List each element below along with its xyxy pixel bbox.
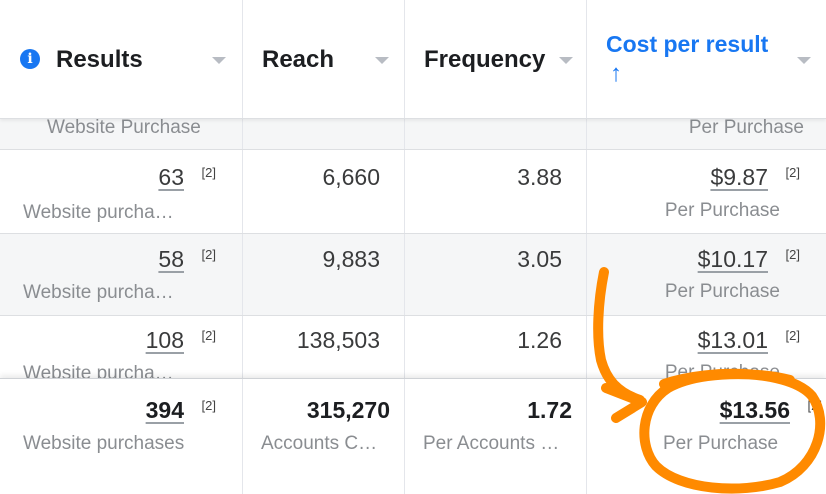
chevron-down-icon[interactable]	[375, 57, 389, 64]
cost-footnote: [2]	[785, 328, 800, 343]
cost-sub-label: Per Purchase	[664, 281, 780, 302]
column-header-results[interactable]: i Results	[0, 0, 243, 118]
frequency-total-sub-label: Per Accounts …	[423, 433, 560, 454]
cell-frequency: 1.26	[405, 316, 587, 378]
cell-cost: $10.17 [2] Per Purchase	[587, 234, 826, 315]
reach-value: 6,660	[322, 164, 380, 190]
cost-sub-label: Per Purchase	[664, 200, 780, 221]
cell-cost: $13.01 [2] Per Purchase	[587, 316, 826, 378]
column-label-reach: Reach	[262, 46, 335, 73]
cost-value[interactable]: $10.17	[698, 246, 768, 273]
results-total-footnote: [2]	[201, 398, 216, 413]
reach-total-sub-label: Accounts C…	[261, 433, 378, 454]
cell-cost: $9.87 [2] Per Purchase	[587, 150, 826, 233]
cell-frequency: 3.88	[405, 150, 587, 233]
table-row[interactable]: 58 [2] Website purcha… 9,883 3.05 $10.17…	[0, 234, 826, 316]
results-sub-label: Website purcha…	[23, 202, 174, 223]
info-icon[interactable]: i	[20, 49, 40, 69]
cost-value[interactable]: $9.87	[710, 164, 768, 191]
cost-value[interactable]: $13.01	[698, 327, 768, 354]
table-row[interactable]: 108 [2] Website purcha… 138,503 1.26 $13…	[0, 316, 826, 378]
column-label-frequency: Frequency	[424, 46, 546, 73]
cell-cost-total: $13.56 [2] Per Purchase	[587, 379, 826, 494]
cell-frequency: 3.05	[405, 234, 587, 315]
cost-total-footnote: [2]	[807, 398, 822, 413]
results-total-value[interactable]: 394	[146, 397, 184, 424]
results-footnote: [2]	[201, 165, 216, 180]
cell-results: 108 [2] Website purcha…	[0, 316, 243, 378]
cost-total-sub-label: Per Purchase	[663, 433, 779, 454]
chevron-down-icon[interactable]	[212, 57, 226, 64]
frequency-total-value: 1.72	[527, 397, 572, 423]
sort-ascending-icon[interactable]: ↑	[610, 60, 622, 88]
results-total-sub-label: Website purchases	[23, 433, 185, 454]
results-sub-label: Website purcha…	[23, 363, 174, 378]
frequency-value: 3.05	[517, 246, 562, 272]
cell-results-total: 394 [2] Website purchases	[0, 379, 243, 494]
cell-results: 58 [2] Website purcha…	[0, 234, 243, 315]
table-row[interactable]: 63 [2] Website purcha… 6,660 3.88 $9.87 …	[0, 150, 826, 234]
chevron-down-icon[interactable]	[559, 57, 573, 64]
cost-sub-label: Per Purchase	[664, 362, 780, 378]
frequency-value: 1.26	[517, 327, 562, 353]
column-header-cost-per-result[interactable]: Cost per result ↑	[587, 0, 826, 118]
cell-frequency-total: 1.72 Per Accounts …	[405, 379, 587, 494]
reach-total-value: 315,270	[306, 397, 390, 423]
cost-footnote: [2]	[785, 247, 800, 262]
results-value[interactable]: 58	[158, 246, 184, 273]
cell-reach: 138,503	[243, 316, 405, 378]
table-header: i Results Reach Frequency Cost per resul…	[0, 0, 826, 119]
results-footnote: [2]	[201, 247, 216, 262]
cost-total-value[interactable]: $13.56	[720, 397, 790, 424]
results-sub-label: Website purcha…	[23, 282, 174, 303]
totals-row: 394 [2] Website purchases 315,270 Accoun…	[0, 378, 826, 494]
column-header-reach[interactable]: Reach	[243, 0, 405, 118]
cost-footnote: [2]	[785, 165, 800, 180]
cell-reach: 9,883	[243, 234, 405, 315]
column-label-results: Results	[56, 46, 143, 73]
chevron-down-icon[interactable]	[797, 57, 811, 64]
results-value[interactable]: 108	[146, 327, 184, 354]
cell-reach: 6,660	[243, 150, 405, 233]
cost-sub-label: Per Purchase	[688, 117, 804, 138]
cell-results: 63 [2] Website purcha…	[0, 150, 243, 233]
reach-value: 138,503	[296, 327, 380, 353]
cell-reach-total: 315,270 Accounts C…	[243, 379, 405, 494]
column-label-cost-per-result: Cost per result	[606, 31, 769, 57]
results-footnote: [2]	[201, 328, 216, 343]
column-header-frequency[interactable]: Frequency	[405, 0, 587, 118]
reach-value: 9,883	[322, 246, 380, 272]
frequency-value: 3.88	[517, 164, 562, 190]
results-sub-label: Website Purchase	[47, 117, 201, 138]
results-value[interactable]: 63	[158, 164, 184, 191]
